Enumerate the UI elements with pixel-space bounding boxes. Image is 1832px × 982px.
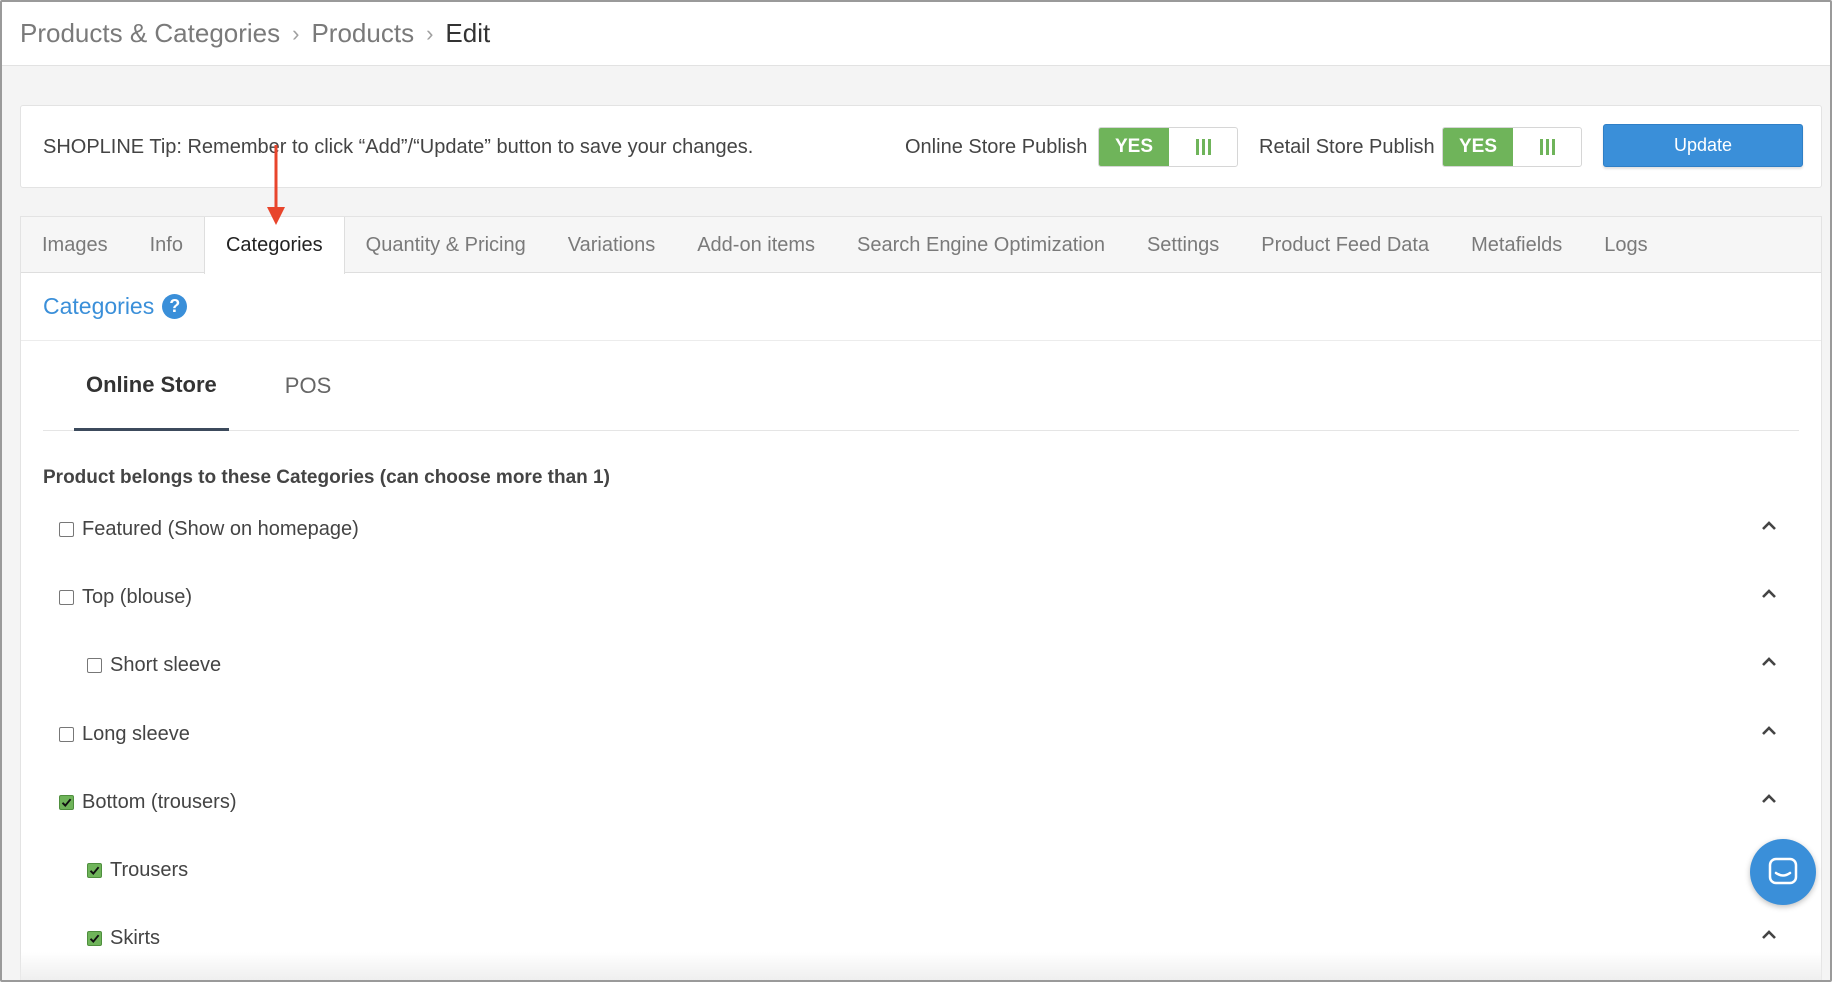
category-row: Long sleeve [21, 714, 1821, 754]
breadcrumb-separator-icon: › [426, 20, 434, 46]
tab-metafields[interactable]: Metafields [1450, 217, 1583, 273]
category-label[interactable]: Top (blouse) [82, 586, 192, 609]
tab-logs[interactable]: Logs [1583, 217, 1668, 273]
app-window: Products & Categories › Products › Edit … [0, 0, 1832, 982]
breadcrumb-edit: Edit [445, 18, 491, 48]
product-tabs: Images Info Categories Quantity & Pricin… [21, 217, 1821, 274]
chat-launcher-button[interactable] [1750, 839, 1816, 905]
scroll-fade [20, 952, 1822, 980]
category-checkbox[interactable] [87, 862, 102, 878]
channel-subtabs: Online Store POS [43, 341, 1799, 431]
category-checkbox[interactable] [59, 589, 74, 605]
category-row: Short sleeve [21, 645, 1821, 685]
chat-bubble-icon [1768, 857, 1798, 885]
breadcrumb-separator-icon: › [292, 20, 300, 46]
tip-text: SHOPLINE Tip: Remember to click “Add”/“U… [43, 136, 754, 158]
section-title: Categories [43, 293, 155, 319]
category-label[interactable]: Featured (Show on homepage) [82, 518, 359, 541]
online-store-publish-toggle[interactable]: YES [1098, 127, 1238, 167]
toggle-off-icon [1169, 128, 1237, 166]
online-store-publish-label: Online Store Publish [905, 136, 1088, 158]
chevron-up-icon[interactable] [1761, 519, 1777, 531]
red-arrow-annotation [267, 145, 285, 225]
subtab-online-store[interactable]: Online Store [74, 341, 229, 431]
category-label[interactable]: Bottom (trousers) [82, 791, 236, 814]
tab-images[interactable]: Images [21, 217, 129, 273]
category-row: Top (blouse) [21, 577, 1821, 617]
breadcrumb-products-categories[interactable]: Products & Categories [20, 18, 280, 49]
category-label[interactable]: Long sleeve [82, 723, 190, 746]
subtab-pos[interactable]: POS [273, 341, 343, 431]
question-circle-icon[interactable]: ? [162, 294, 188, 319]
category-checkbox[interactable] [59, 726, 74, 742]
product-edit-panel: Images Info Categories Quantity & Pricin… [20, 216, 1822, 980]
retail-store-publish-toggle[interactable]: YES [1442, 127, 1582, 167]
chevron-up-icon[interactable] [1761, 792, 1777, 804]
section-header: Categories ? [21, 273, 1821, 341]
tab-quantity-pricing[interactable]: Quantity & Pricing [345, 217, 547, 273]
chevron-up-icon[interactable] [1761, 655, 1777, 667]
tab-product-feed-data[interactable]: Product Feed Data [1240, 217, 1450, 273]
chevron-up-icon[interactable] [1761, 724, 1777, 736]
breadcrumb-products[interactable]: Products [311, 18, 414, 49]
category-label[interactable]: Trousers [110, 859, 188, 882]
tab-settings[interactable]: Settings [1126, 217, 1240, 273]
category-checkbox[interactable] [87, 930, 102, 946]
toggle-yes-label: YES [1099, 128, 1169, 166]
category-label[interactable]: Skirts [110, 927, 160, 950]
category-list-title: Product belongs to these Categories (can… [43, 467, 610, 488]
tip-card: SHOPLINE Tip: Remember to click “Add”/“U… [20, 105, 1822, 188]
chevron-up-icon[interactable] [1761, 587, 1777, 599]
tab-seo[interactable]: Search Engine Optimization [836, 217, 1126, 273]
category-label[interactable]: Short sleeve [110, 654, 221, 677]
tab-info[interactable]: Info [129, 217, 204, 273]
category-checkbox[interactable] [59, 794, 74, 810]
category-checkbox[interactable] [59, 521, 74, 537]
retail-store-publish-label: Retail Store Publish [1259, 136, 1435, 158]
update-button[interactable]: Update [1603, 124, 1803, 167]
category-row: Trousers [21, 850, 1821, 890]
category-row: Bottom (trousers) [21, 782, 1821, 822]
toggle-yes-label: YES [1443, 128, 1513, 166]
chevron-up-icon[interactable] [1761, 928, 1777, 940]
category-checkbox[interactable] [87, 657, 102, 673]
breadcrumb: Products & Categories › Products › Edit [2, 2, 1830, 66]
tab-variations[interactable]: Variations [547, 217, 676, 273]
category-row: Featured (Show on homepage) [21, 509, 1821, 549]
toggle-off-icon [1513, 128, 1581, 166]
tab-add-on-items[interactable]: Add-on items [676, 217, 836, 273]
